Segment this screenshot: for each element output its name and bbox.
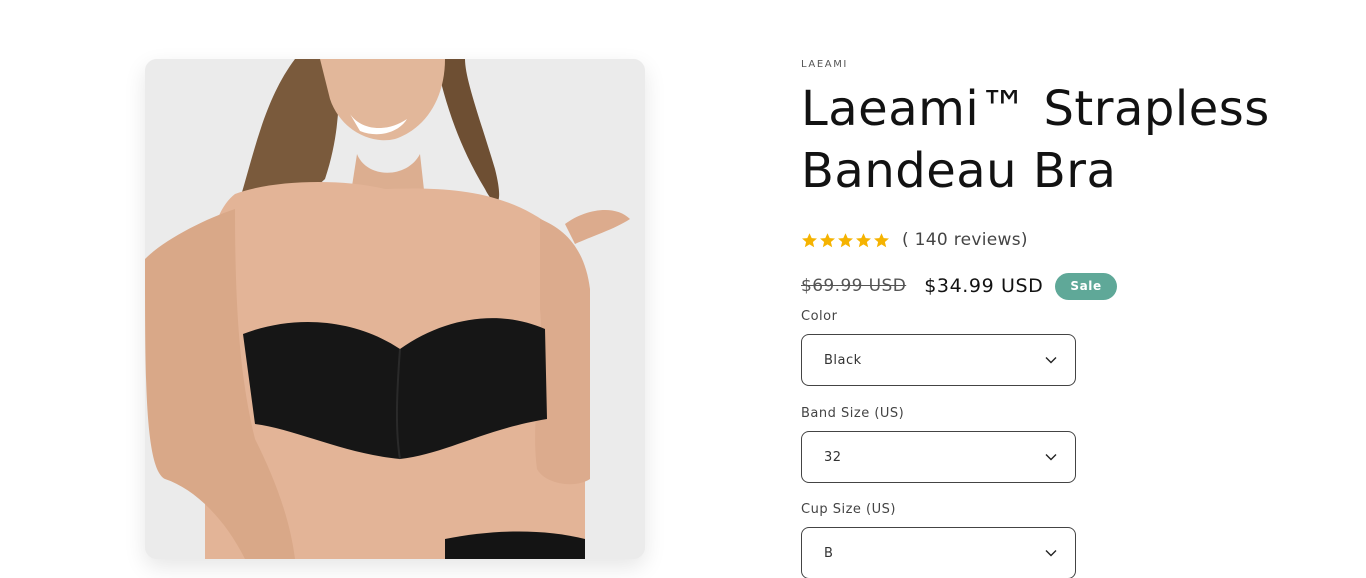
band-size-select-value: 32: [824, 449, 842, 465]
chevron-down-icon: [1045, 357, 1057, 364]
review-count[interactable]: ( 140 reviews): [902, 230, 1028, 250]
product-vendor: LAEAMI: [801, 59, 848, 70]
cup-size-select[interactable]: B: [801, 527, 1076, 578]
product-photo: [145, 59, 645, 559]
band-size-select[interactable]: 32: [801, 431, 1076, 483]
chevron-down-icon: [1045, 454, 1057, 461]
cup-size-label: Cup Size (US): [801, 502, 896, 517]
product-info: LAEAMI Laeami™ Strapless Bandeau Bra ( 1…: [801, 0, 1341, 578]
price-row: $69.99 USD $34.99 USD Sale: [801, 270, 1117, 302]
product-page: LAEAMI Laeami™ Strapless Bandeau Bra ( 1…: [0, 0, 1366, 578]
chevron-down-icon: [1045, 550, 1057, 557]
star-icon: [838, 232, 853, 247]
rating-stars: [801, 232, 890, 249]
sale-badge: Sale: [1055, 272, 1117, 300]
star-icon: [820, 232, 835, 247]
regular-price: $69.99 USD: [801, 276, 907, 296]
product-image[interactable]: [145, 59, 645, 559]
color-label: Color: [801, 309, 838, 324]
product-rating[interactable]: ( 140 reviews): [801, 228, 1028, 252]
band-size-label: Band Size (US): [801, 406, 905, 421]
star-icon: [874, 232, 889, 247]
star-icon: [802, 232, 817, 247]
color-select[interactable]: Black: [801, 334, 1076, 386]
color-select-value: Black: [824, 352, 862, 368]
cup-size-select-value: B: [824, 545, 834, 561]
star-icon: [856, 232, 871, 247]
sale-price: $34.99 USD: [924, 275, 1044, 297]
product-title: Laeami™ Strapless Bandeau Bra: [801, 81, 1270, 199]
